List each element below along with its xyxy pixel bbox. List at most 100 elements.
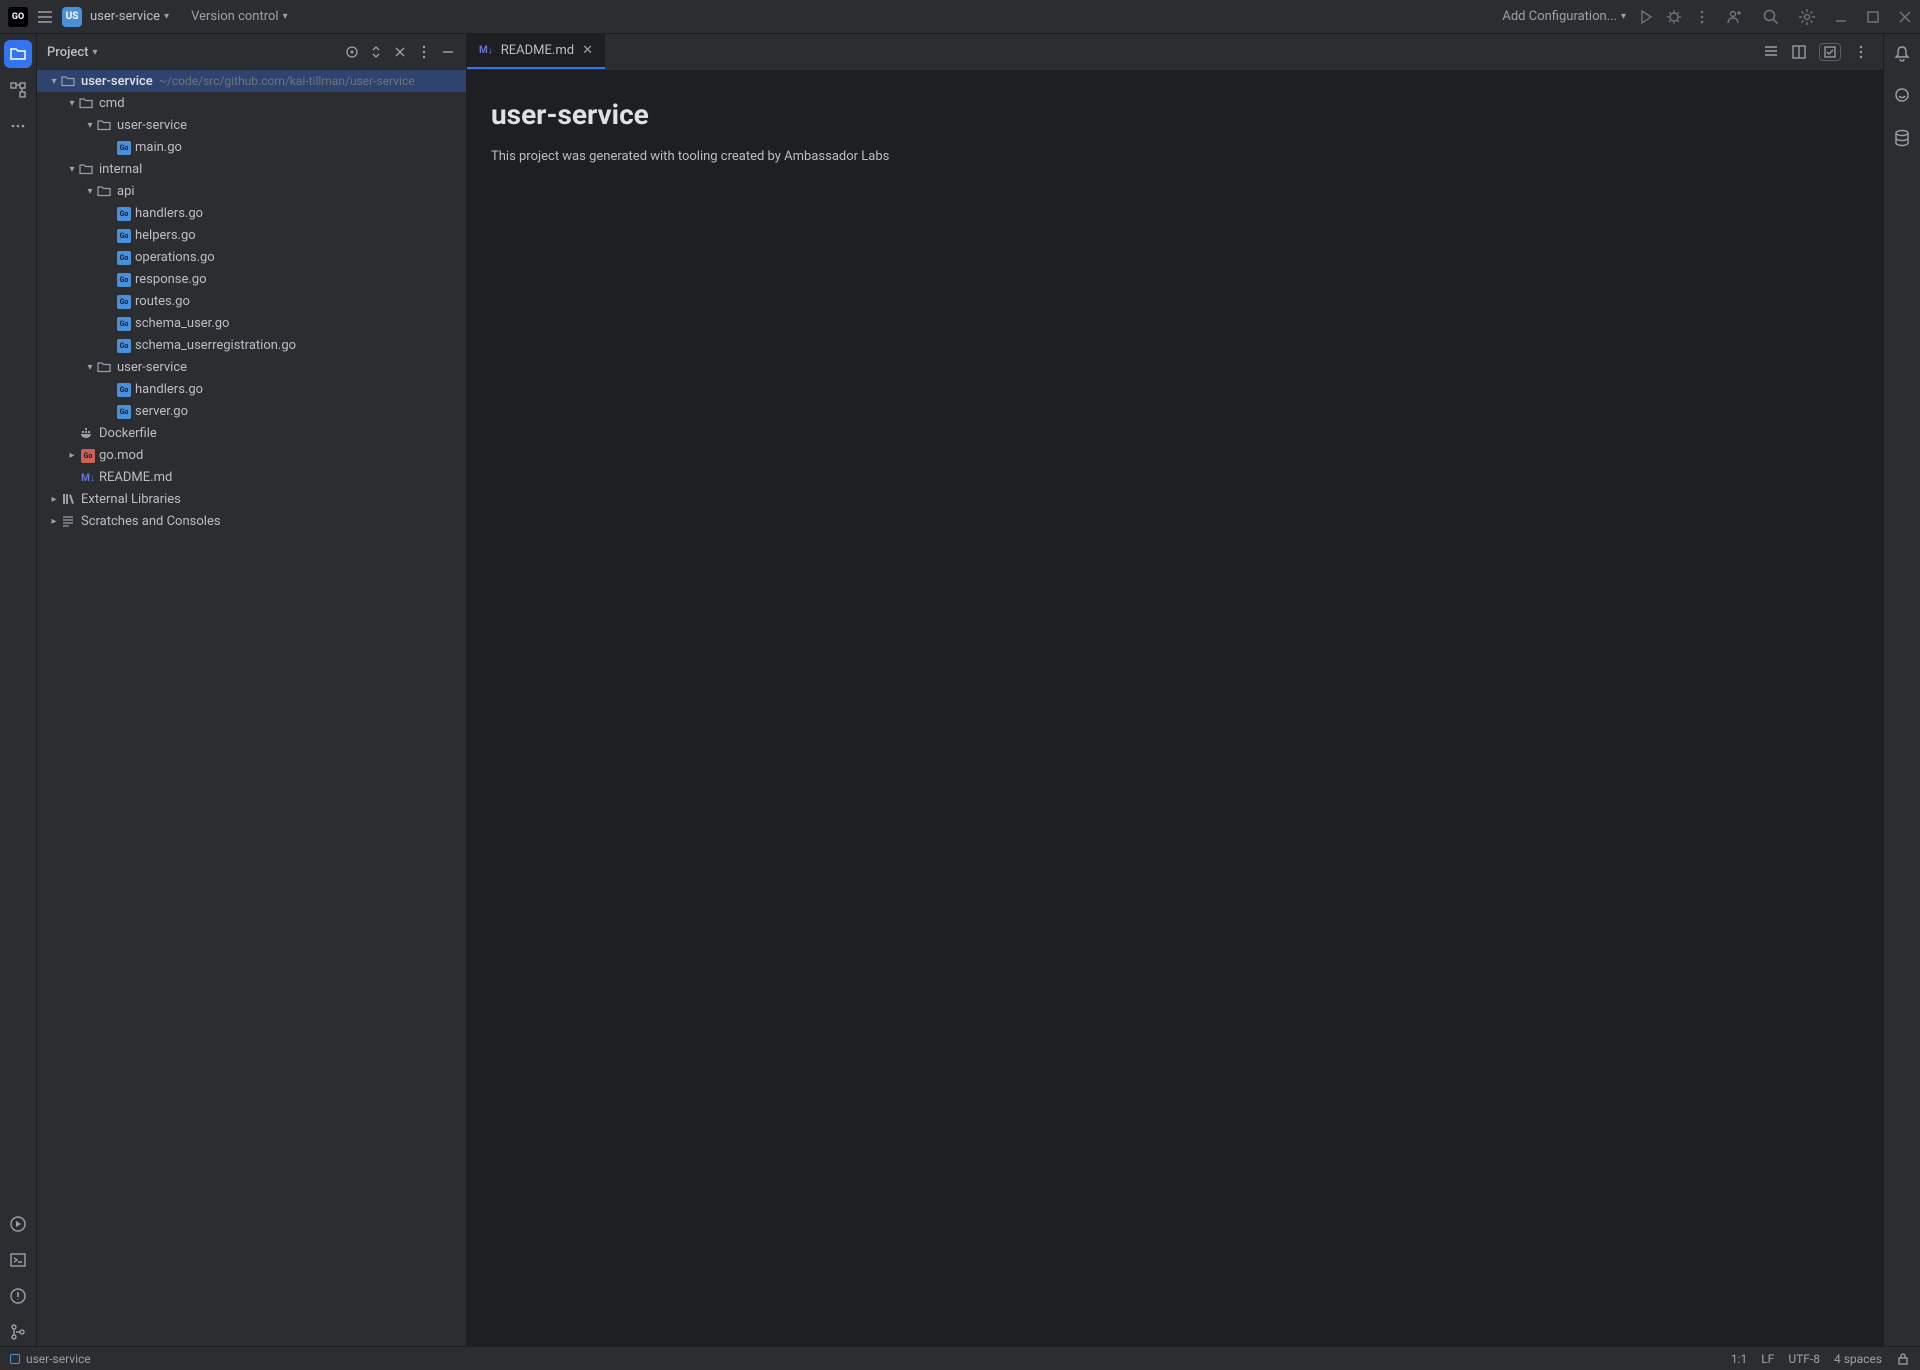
tree-folder-internal-user[interactable]: ▾ user-service — [37, 356, 466, 378]
chevron-down-icon[interactable]: ▾ — [65, 98, 79, 109]
library-icon — [61, 492, 79, 506]
terminal-tool-button[interactable] — [4, 1246, 32, 1274]
go-file-icon: Go — [115, 271, 133, 287]
chevron-down-icon[interactable]: ▾ — [47, 76, 61, 87]
tree-label: schema_user.go — [135, 316, 229, 331]
status-position[interactable]: 1:1 — [1731, 1352, 1747, 1366]
tree-label: schema_userregistration.go — [135, 338, 296, 353]
close-button[interactable] — [1898, 10, 1912, 24]
tree-label: README.md — [99, 470, 172, 485]
tree-file-main[interactable]: · Go main.go — [37, 136, 466, 158]
tree-folder-internal[interactable]: ▾ internal — [37, 158, 466, 180]
chevron-right-icon[interactable]: ▸ — [47, 494, 61, 505]
tree-folder-cmd[interactable]: ▾ cmd — [37, 92, 466, 114]
tree-file[interactable]: ·Goroutes.go — [37, 290, 466, 312]
tree-scratches[interactable]: ▸ Scratches and Consoles — [37, 510, 466, 532]
chevron-down-icon: ▾ — [164, 11, 169, 22]
tree-file[interactable]: ·Goresponse.go — [37, 268, 466, 290]
ai-tool-button[interactable] — [1888, 82, 1916, 110]
tree-file-readme[interactable]: · M↓ README.md — [37, 466, 466, 488]
structure-tool-button[interactable] — [4, 76, 32, 104]
folder-icon — [61, 74, 79, 88]
tree-file[interactable]: ·Gooperations.go — [37, 246, 466, 268]
select-open-file-icon[interactable] — [344, 44, 360, 60]
tree-root[interactable]: ▾ user-service ~/code/src/github.com/kai… — [37, 70, 466, 92]
status-readonly-icon[interactable] — [1896, 1352, 1910, 1366]
collapse-all-icon[interactable] — [392, 44, 408, 60]
hide-panel-icon[interactable] — [440, 44, 456, 60]
chevron-down-icon[interactable]: ▾ — [65, 164, 79, 175]
minimize-button[interactable] — [1834, 10, 1848, 24]
expand-collapse-icon[interactable] — [368, 44, 384, 60]
chevron-right-icon[interactable]: ▸ — [65, 450, 79, 461]
status-line-sep[interactable]: LF — [1761, 1352, 1774, 1366]
main-menu-button[interactable] — [36, 8, 54, 26]
go-file-icon: Go — [115, 315, 133, 331]
close-tab-icon[interactable]: ✕ — [582, 43, 593, 58]
tree-label: Dockerfile — [99, 426, 157, 441]
project-panel: Project ▾ ▾ user-service ~/code/src/gith… — [37, 34, 467, 1346]
run-button[interactable] — [1638, 9, 1654, 25]
project-tree[interactable]: ▾ user-service ~/code/src/github.com/kai… — [37, 70, 466, 1346]
tab-options-icon[interactable] — [1853, 44, 1869, 60]
statusbar: user-service 1:1 LF UTF-8 4 spaces — [0, 1346, 1920, 1370]
chevron-right-icon[interactable]: ▸ — [47, 516, 61, 527]
vcs-tool-button[interactable] — [4, 1318, 32, 1346]
preview-list-icon[interactable] — [1763, 44, 1779, 60]
more-tool-button[interactable] — [4, 112, 32, 140]
status-encoding[interactable]: UTF-8 — [1788, 1352, 1820, 1366]
go-mod-icon: Go — [79, 447, 97, 463]
tree-label: user-service — [81, 74, 153, 89]
tree-external-libs[interactable]: ▸ External Libraries — [37, 488, 466, 510]
tree-label: user-service — [117, 118, 187, 133]
tree-file[interactable]: ·Gohelpers.go — [37, 224, 466, 246]
go-file-icon: Go — [115, 403, 133, 419]
debug-button[interactable] — [1666, 9, 1682, 25]
panel-options-icon[interactable] — [416, 44, 432, 60]
tree-label: handlers.go — [135, 382, 203, 397]
tree-folder-api[interactable]: ▾ api — [37, 180, 466, 202]
tree-file[interactable]: ·Gohandlers.go — [37, 202, 466, 224]
add-config-label: Add Configuration... — [1502, 9, 1617, 24]
chevron-down-icon: ▾ — [1621, 11, 1626, 22]
status-indent[interactable]: 4 spaces — [1834, 1352, 1882, 1366]
chevron-down-icon: ▾ — [92, 47, 97, 58]
chevron-down-icon[interactable]: ▾ — [83, 362, 97, 373]
tree-folder-cmd-user[interactable]: ▾ user-service — [37, 114, 466, 136]
database-tool-button[interactable] — [1888, 124, 1916, 152]
code-with-me-icon[interactable] — [1726, 8, 1744, 26]
editor-body[interactable]: user-service This project was generated … — [467, 70, 1883, 1346]
preview-mode-icon[interactable] — [1819, 43, 1841, 61]
go-file-icon: Go — [115, 381, 133, 397]
project-panel-title-dropdown[interactable]: Project ▾ — [47, 45, 97, 60]
markdown-icon: M↓ — [479, 45, 493, 56]
problems-tool-button[interactable] — [4, 1282, 32, 1310]
tree-file-gomod[interactable]: ▸ Go go.mod — [37, 444, 466, 466]
editor-tab-readme[interactable]: M↓ README.md ✕ — [467, 34, 605, 69]
chevron-down-icon[interactable]: ▾ — [83, 186, 97, 197]
project-panel-header: Project ▾ — [37, 34, 466, 70]
tree-file[interactable]: ·Gohandlers.go — [37, 378, 466, 400]
version-control-dropdown[interactable]: Version control ▾ — [191, 9, 288, 24]
tree-file[interactable]: ·Goserver.go — [37, 400, 466, 422]
run-config-dropdown[interactable]: Add Configuration... ▾ — [1502, 9, 1626, 24]
notifications-tool-button[interactable] — [1888, 40, 1916, 68]
tree-label: main.go — [135, 140, 182, 155]
status-branch[interactable]: user-service — [10, 1352, 91, 1366]
chevron-down-icon[interactable]: ▾ — [83, 120, 97, 131]
tree-file-dockerfile[interactable]: · Dockerfile — [37, 422, 466, 444]
tree-root-path: ~/code/src/github.com/kai-tillman/user-s… — [159, 74, 415, 88]
project-tool-button[interactable] — [4, 40, 32, 68]
project-dropdown[interactable]: user-service ▾ — [90, 9, 169, 24]
tree-file[interactable]: ·Goschema_user.go — [37, 312, 466, 334]
tree-label: api — [117, 184, 135, 199]
settings-icon[interactable] — [1798, 8, 1816, 26]
more-actions-button[interactable] — [1694, 9, 1710, 25]
maximize-button[interactable] — [1866, 10, 1880, 24]
tree-file[interactable]: ·Goschema_userregistration.go — [37, 334, 466, 356]
ide-logo: GO — [8, 7, 28, 27]
services-tool-button[interactable] — [4, 1210, 32, 1238]
tree-label: go.mod — [99, 448, 143, 463]
split-editor-icon[interactable] — [1791, 44, 1807, 60]
search-icon[interactable] — [1762, 8, 1780, 26]
